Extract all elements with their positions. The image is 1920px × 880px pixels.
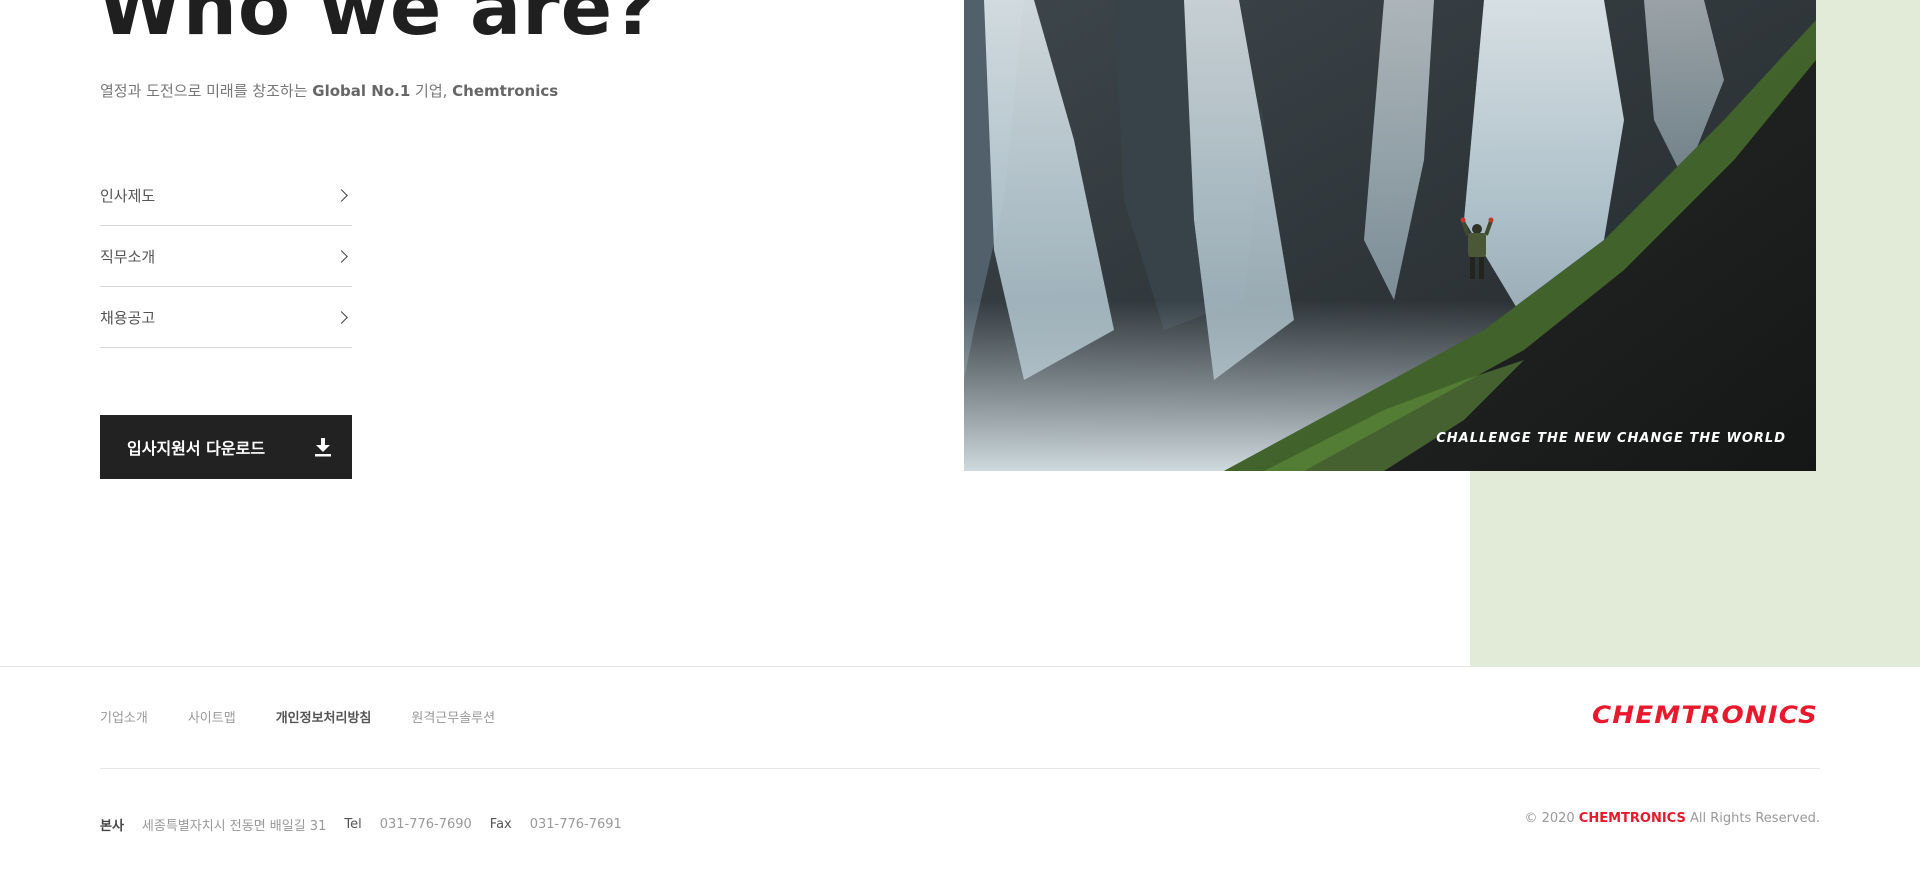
waterfall-illustration — [964, 0, 1816, 471]
copyright: © 2020 CHEMTRONICS All Rights Reserved. — [1524, 811, 1820, 826]
footer-divider — [100, 768, 1820, 769]
subtitle-bold-global: Global No.1 — [312, 82, 411, 100]
fax-value: 031-776-7691 — [529, 817, 622, 832]
hq-address: 세종특별자치시 전동면 배일길 31 — [141, 819, 327, 834]
menu-item-label: 인사제도 — [100, 186, 156, 205]
recruit-menu: 인사제도 직무소개 채용공고 — [100, 165, 352, 348]
menu-item-label: 채용공고 — [100, 308, 156, 327]
hq-label: 본사 — [100, 819, 124, 834]
chevron-right-icon — [335, 249, 348, 263]
menu-item-hr-system[interactable]: 인사제도 — [100, 165, 352, 226]
logo-text: CHEMTRONICS — [1592, 701, 1818, 729]
copyright-prefix: © 2020 — [1524, 811, 1579, 826]
menu-item-label: 직무소개 — [100, 247, 156, 266]
copyright-brand: CHEMTRONICS — [1578, 811, 1686, 826]
copyright-suffix: All Rights Reserved. — [1685, 811, 1820, 826]
subtitle-prefix: 열정과 도전으로 미래를 창조하는 — [100, 82, 313, 100]
photo-slogan: CHALLENGE THE NEW CHANGE THE WORLD — [1436, 431, 1786, 446]
hero-waterfall-image: CHALLENGE THE NEW CHANGE THE WORLD — [964, 0, 1816, 471]
menu-item-job-intro[interactable]: 직무소개 — [100, 226, 352, 287]
subtitle-bold-brand: Chemtronics — [452, 82, 559, 100]
footer-link-remote[interactable]: 원격근무솔루션 — [411, 707, 495, 726]
application-download-button[interactable]: 입사지원서 다운로드 — [100, 415, 352, 479]
download-button-label: 입사지원서 다운로드 — [127, 439, 266, 458]
company-info: 본사 세종특별자치시 전동면 배일길 31 Tel 031-776-7690 F… — [100, 815, 622, 834]
menu-item-job-posting[interactable]: 채용공고 — [100, 287, 352, 348]
footer-links: 기업소개 사이트맵 개인정보처리방침 원격근무솔루션 — [100, 707, 495, 726]
page-subtitle: 열정과 도전으로 미래를 창조하는 Global No.1 기업, Chemtr… — [100, 80, 558, 101]
download-icon — [315, 438, 331, 457]
fax-label: Fax — [489, 817, 512, 832]
chemtronics-logo[interactable]: CHEMTRONICS — [1590, 701, 1820, 729]
chevron-right-icon — [335, 310, 348, 324]
site-footer: 기업소개 사이트맵 개인정보처리방침 원격근무솔루션 CHEMTRONICS 본… — [0, 666, 1920, 880]
chevron-right-icon — [335, 188, 348, 202]
subtitle-middle: 기업, — [410, 82, 453, 100]
footer-link-privacy[interactable]: 개인정보처리방침 — [276, 707, 372, 726]
page-title: Who we are? — [98, 0, 659, 52]
footer-link-sitemap[interactable]: 사이트맵 — [188, 707, 236, 726]
tel-label: Tel — [344, 817, 362, 832]
tel-value: 031-776-7690 — [379, 817, 472, 832]
footer-link-company[interactable]: 기업소개 — [100, 707, 148, 726]
